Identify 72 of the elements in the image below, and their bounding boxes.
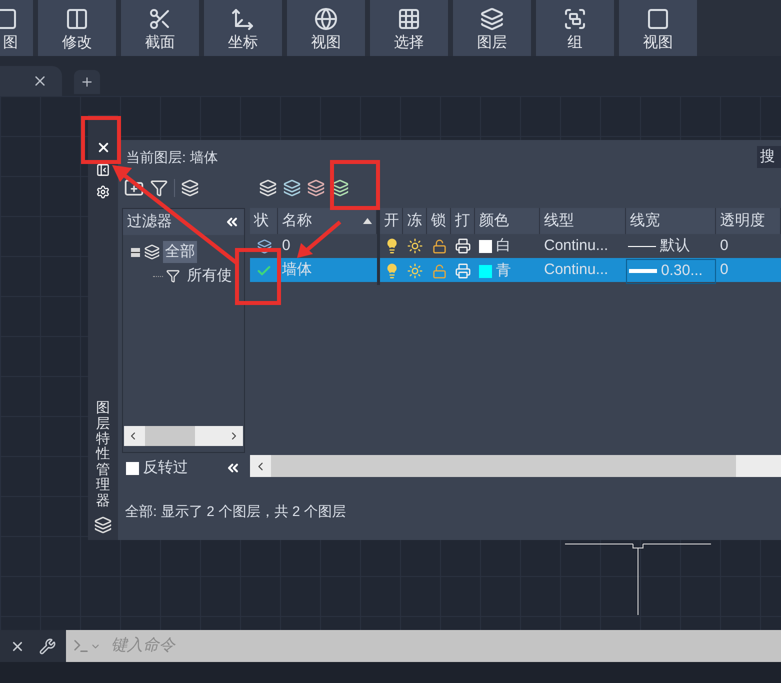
filter-icon (166, 269, 180, 283)
linetype: Continu... (543, 236, 610, 256)
layer-name: 墙体 (282, 260, 312, 280)
new-filter-icon[interactable] (124, 178, 144, 198)
collapse-box-icon[interactable] (131, 248, 140, 256)
horizontal-scrollbar[interactable] (124, 426, 243, 446)
palette-title: 图层特性管理器 (96, 400, 110, 508)
status-text: 全部: 显示了 2 个图层，共 2 个图层 (125, 502, 346, 521)
layer-states-icon[interactable] (181, 179, 199, 197)
layers-icon (480, 7, 504, 31)
sun-icon[interactable] (407, 238, 423, 254)
color-name: 青 (496, 261, 511, 281)
square-icon (646, 7, 670, 31)
column-header[interactable]: 线型 (540, 208, 626, 234)
new-layer-icon[interactable] (259, 179, 277, 197)
current-layer-label: 当前图层: 墙体 (126, 148, 218, 166)
filter-tree-item[interactable]: 全部 (163, 240, 197, 264)
column-header[interactable]: 线宽 (626, 208, 716, 234)
color-swatch[interactable] (479, 240, 492, 253)
highlight-frame (81, 116, 121, 164)
ribbon-button[interactable]: 坐标 (204, 0, 282, 56)
color-swatch[interactable] (479, 264, 492, 278)
layer-name: 0 (282, 236, 290, 256)
horizontal-scrollbar[interactable] (250, 455, 781, 477)
scissors-icon (148, 7, 172, 31)
filter-icon[interactable] (150, 179, 168, 197)
command-line-field[interactable]: 键入命令 (66, 630, 781, 662)
linetype: Continu... (543, 260, 610, 280)
color-name: 白 (496, 236, 511, 256)
panels-icon (65, 7, 89, 31)
ribbon-button[interactable]: 图 (0, 0, 33, 56)
ribbon-button[interactable]: 修改 (38, 0, 116, 56)
transparency: 0 (719, 236, 730, 256)
transparency: 0 (719, 260, 730, 280)
printer-icon[interactable] (455, 238, 471, 254)
column-header[interactable]: 冻 (403, 208, 427, 234)
sort-arrow-icon (363, 218, 372, 224)
column-header[interactable]: 透明度 (716, 208, 781, 234)
settings-icon[interactable] (96, 185, 110, 199)
search-field[interactable]: 搜 (757, 146, 781, 168)
filter-tree-item[interactable]: 所有使 (185, 264, 234, 288)
ribbon-button[interactable]: 截面 (121, 0, 199, 56)
auto-hide-icon[interactable] (96, 163, 110, 177)
ribbon-button[interactable]: 选择 (370, 0, 448, 56)
column-header[interactable]: 状 (250, 208, 278, 234)
open-lock-icon[interactable] (432, 238, 446, 254)
lineweight-field[interactable]: 默认 (626, 235, 716, 258)
invert-checkbox[interactable] (126, 462, 139, 474)
layers-icon (94, 516, 112, 534)
column-header[interactable]: 颜色 (475, 208, 540, 234)
ribbon-button[interactable]: 视图 (287, 0, 365, 56)
wrench-icon[interactable] (39, 638, 56, 654)
group-icon (563, 7, 587, 31)
column-header[interactable]: 锁 (427, 208, 451, 234)
invert-label: 反转过 (143, 458, 188, 478)
new-tab-button[interactable] (74, 70, 100, 94)
highlight-frame (235, 248, 281, 305)
set-current-layer-icon[interactable] (331, 179, 349, 197)
column-header[interactable]: 开 (380, 208, 403, 234)
ribbon-button[interactable]: 图层 (453, 0, 531, 56)
filter-heading: 过滤器 (127, 212, 172, 232)
ribbon-button[interactable]: 视图 (619, 0, 697, 56)
ribbon-button[interactable]: 组 (536, 0, 614, 56)
delete-layer-icon[interactable] (307, 179, 325, 197)
axes-icon (231, 7, 255, 31)
globe-icon (314, 7, 338, 31)
column-header[interactable]: 打 (451, 208, 475, 234)
new-layer-frozen-icon[interactable] (283, 179, 301, 197)
highlight-frame (330, 160, 380, 210)
layer-row[interactable]: 0 白 Continu... 默认 0 (250, 234, 781, 258)
layers-icon (144, 244, 160, 260)
plus-icon (80, 75, 94, 89)
